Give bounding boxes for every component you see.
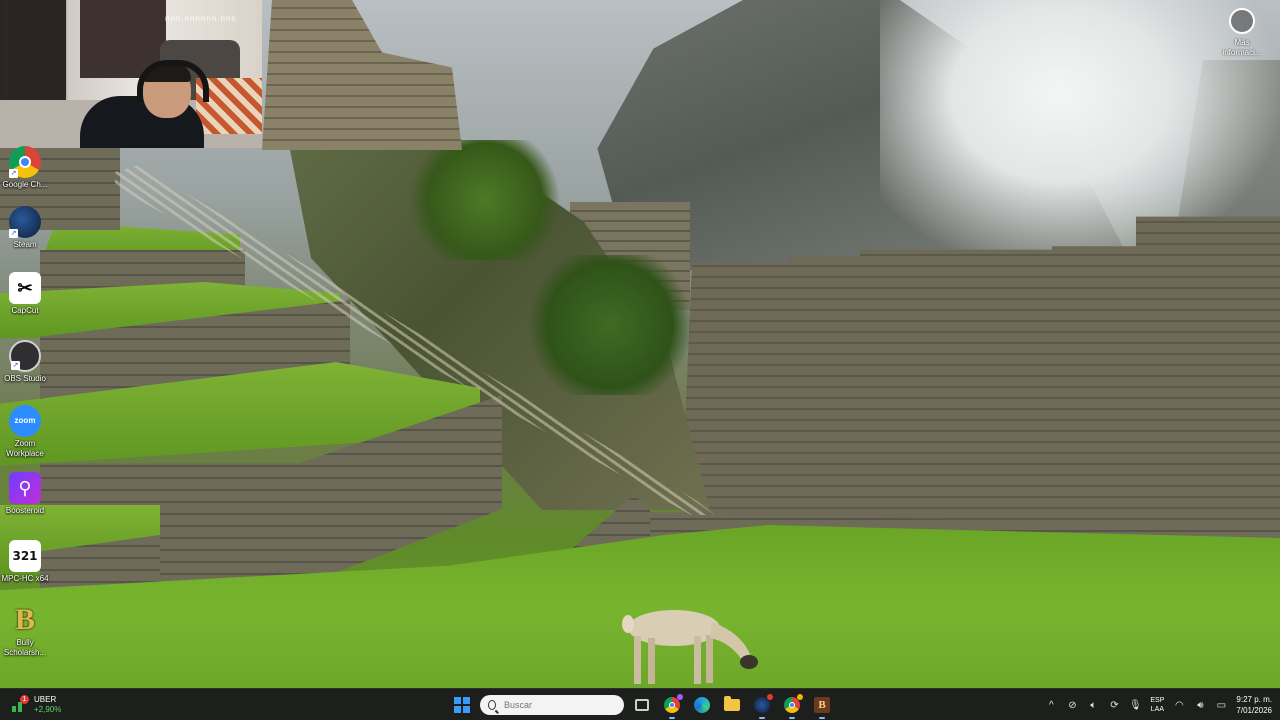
search-box[interactable] [480, 695, 624, 715]
desktop-icon-label: Steam [13, 240, 37, 249]
llama-graphic [622, 610, 758, 684]
stock-text: UBER +2,90% [34, 695, 61, 715]
shortcut-arrow-icon: ↗ [9, 229, 18, 238]
spotlight-more-info[interactable]: Más informaci... [1218, 8, 1266, 58]
llama-leg [648, 638, 655, 684]
file-explorer-icon [724, 696, 740, 711]
desktop-icon-obs-studio[interactable]: ↗ OBS Studio [0, 340, 50, 384]
clock-date: 7/01/2026 [1236, 706, 1272, 715]
desktop-icon-bully-scholarship[interactable]: B Bully Scholarsh... [0, 604, 50, 658]
desktop-icon-steam[interactable]: ↗ Steam [0, 206, 50, 250]
taskbar: 1 UBER +2,90% B ^ ⊘ 🔈︎ ⟳ 🎙︎ ESP LAA [0, 688, 1280, 720]
notification-badge: 1 [20, 695, 29, 704]
sync-icon[interactable]: ⟳ [1108, 699, 1120, 711]
llama-leg [694, 636, 701, 684]
system-tray: ^ ⊘ 🔈︎ ⟳ 🎙︎ ESP LAA ◠ 🔊︎ ▭ 9:27 p. m. 7/… [1045, 691, 1272, 719]
bully-icon: B [814, 697, 830, 713]
wifi-icon[interactable]: ◠ [1173, 699, 1185, 711]
task-view-icon [635, 699, 649, 711]
steam-icon: ↗ [9, 206, 41, 238]
taskbar-bully-button[interactable]: B [810, 693, 834, 719]
wallpaper-vegetation [400, 140, 570, 260]
obs-icon: ↗ [9, 340, 41, 372]
language-indicator[interactable]: ESP LAA [1150, 696, 1164, 714]
stock-bar [12, 706, 16, 712]
stock-chart-icon: 1 [12, 695, 29, 712]
start-icon [454, 697, 470, 713]
edge-icon [694, 697, 710, 713]
desktop-icon-label: Bully Scholarsh... [3, 638, 47, 657]
capcut-icon: ✂ [9, 272, 41, 304]
stock-name: UBER [34, 695, 57, 704]
shortcut-arrow-icon: ↗ [9, 169, 18, 178]
stock-change: +2,90% [34, 705, 62, 714]
microphone-icon[interactable]: 🎙︎ [1129, 699, 1142, 711]
camera-icon [1229, 8, 1255, 34]
stock-widget[interactable]: 1 UBER +2,90% [12, 693, 61, 717]
headphones-graphic [137, 60, 209, 102]
clock-time: 9:27 p. m. [1236, 695, 1272, 704]
language-code: ESP [1150, 697, 1165, 704]
desktop-icon-boosteroid[interactable]: ⚲ Boosteroid [0, 472, 50, 516]
task-view-button[interactable] [630, 693, 654, 717]
search-input[interactable] [502, 699, 616, 711]
webcam-watermark: nnn.nnnnnn.nnn [165, 14, 237, 23]
desktop-icon-label: Google Ch... [2, 180, 48, 189]
desktop-icon-label: OBS Studio [4, 374, 46, 383]
volume-icon[interactable]: 🔊︎ [1194, 699, 1206, 711]
bully-icon: B [14, 603, 35, 636]
desktop-icon-capcut[interactable]: ✂ CapCut [0, 272, 50, 316]
battery-icon[interactable]: ▭ [1215, 699, 1227, 711]
keyboard-layout: LAA [1150, 706, 1165, 713]
boosteroid-icon: ⚲ [9, 472, 41, 504]
taskbar-file-explorer-button[interactable] [720, 693, 744, 717]
taskbar-edge-button[interactable] [690, 693, 714, 717]
llama-tail [622, 615, 634, 633]
notifications-muted-icon[interactable]: ⊘ [1066, 699, 1078, 711]
start-button[interactable] [450, 693, 474, 717]
wallpaper-vegetation-2 [520, 255, 700, 395]
desktop-icon-label: MPC-HC x64 [1, 574, 49, 583]
taskbar-steam-button[interactable] [750, 693, 774, 719]
notification-badge-icon [767, 694, 773, 700]
search-icon [488, 700, 496, 710]
desktop-icon-label: Zoom Workplace [6, 439, 44, 458]
shortcut-arrow-icon: ↗ [11, 361, 20, 370]
webcam-overlay: nnn.nnnnnn.nnn [0, 0, 262, 148]
zoom-icon: zoom [9, 405, 41, 437]
llama-head [740, 655, 758, 669]
clock[interactable]: 9:27 p. m. 7/01/2026 [1236, 694, 1272, 716]
sound-icon[interactable]: 🔈︎ [1087, 699, 1099, 711]
desktop-icon-label: Boosteroid [5, 506, 45, 515]
llama-neck [710, 622, 750, 660]
taskbar-chrome-button[interactable] [660, 693, 684, 719]
desktop-icon-google-chrome[interactable]: ↗ Google Ch... [0, 146, 50, 190]
spotlight-label: Más informaci... [1222, 38, 1262, 57]
taskbar-chrome-button-2[interactable] [780, 693, 804, 719]
llama-leg [706, 635, 713, 683]
llama-leg [634, 636, 641, 684]
desktop-icon-mpc-hc[interactable]: 321 MPC-HC x64 [0, 540, 50, 584]
profile-badge-icon [677, 694, 683, 700]
webcam-door [8, 0, 66, 100]
chrome-icon: ↗ [9, 146, 41, 178]
taskbar-center: B [450, 691, 834, 719]
wallpaper-upper-building [262, 0, 462, 150]
tray-overflow-chevron-icon[interactable]: ^ [1045, 699, 1057, 711]
stock-bar [18, 702, 22, 712]
desktop-icon-zoom-workplace[interactable]: zoom Zoom Workplace [0, 405, 50, 459]
desktop-icon-label: CapCut [11, 306, 39, 315]
profile-badge-icon [797, 694, 803, 700]
mpc-icon: 321 [9, 540, 41, 572]
